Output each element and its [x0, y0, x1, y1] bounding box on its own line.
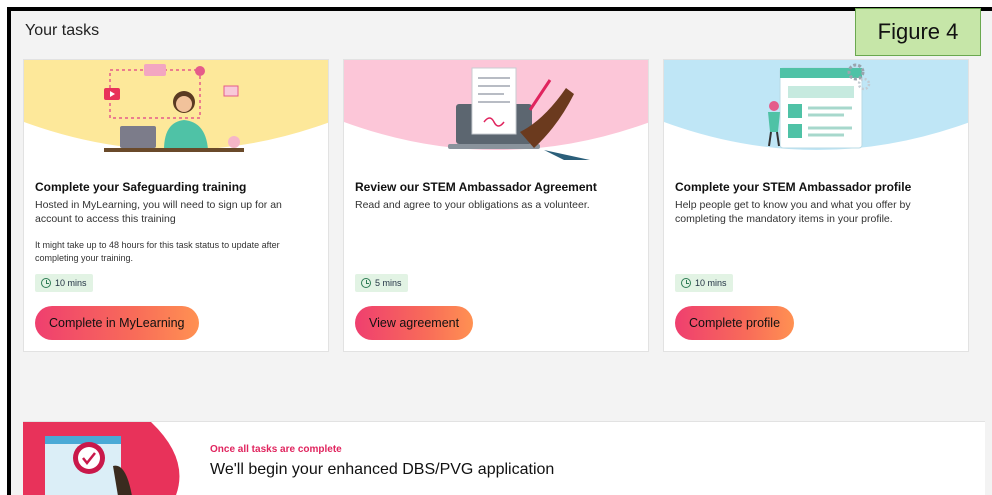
duration-badge: 5 mins: [355, 274, 408, 292]
card-title: Complete your STEM Ambassador profile: [675, 180, 912, 194]
profile-illustration: [664, 60, 968, 150]
card-title: Complete your Safeguarding training: [35, 180, 247, 194]
card-note: It might take up to 48 hours for this ta…: [35, 240, 280, 263]
tasks-panel: Your tasks Complete your Safeguarding tr…: [7, 7, 992, 495]
duration-badge: 10 mins: [675, 274, 733, 292]
view-agreement-button[interactable]: View agreement: [355, 306, 474, 340]
dbs-application-card: Once all tasks are complete We'll begin …: [23, 421, 985, 495]
card-description: Read and agree to your obligations as a …: [355, 199, 590, 211]
section-title: Your tasks: [25, 22, 100, 39]
card-description: Hosted in MyLearning, you will need to s…: [35, 199, 282, 225]
clock-icon: [681, 278, 691, 288]
agreement-illustration: [344, 60, 648, 160]
task-card-safeguarding: Complete your Safeguarding training Host…: [23, 59, 329, 352]
duration-text: 10 mins: [695, 278, 727, 288]
bottom-kicker: Once all tasks are complete: [210, 444, 342, 455]
complete-in-mylearning-button[interactable]: Complete in MyLearning: [35, 306, 199, 340]
duration-text: 10 mins: [55, 278, 87, 288]
complete-profile-button[interactable]: Complete profile: [675, 306, 795, 340]
duration-text: 5 mins: [375, 278, 402, 288]
figure-label: Figure 4: [855, 8, 981, 56]
dbs-illustration: [23, 422, 180, 495]
safeguarding-illustration: [24, 60, 328, 152]
card-description: Help people get to know you and what you…: [675, 199, 911, 225]
clock-icon: [361, 278, 371, 288]
card-title: Review our STEM Ambassador Agreement: [355, 180, 597, 194]
task-card-profile: Complete your STEM Ambassador profile He…: [663, 59, 969, 352]
duration-badge: 10 mins: [35, 274, 93, 292]
task-card-agreement: Review our STEM Ambassador Agreement Rea…: [343, 59, 649, 352]
clock-icon: [41, 278, 51, 288]
bottom-title: We'll begin your enhanced DBS/PVG applic…: [210, 461, 555, 478]
